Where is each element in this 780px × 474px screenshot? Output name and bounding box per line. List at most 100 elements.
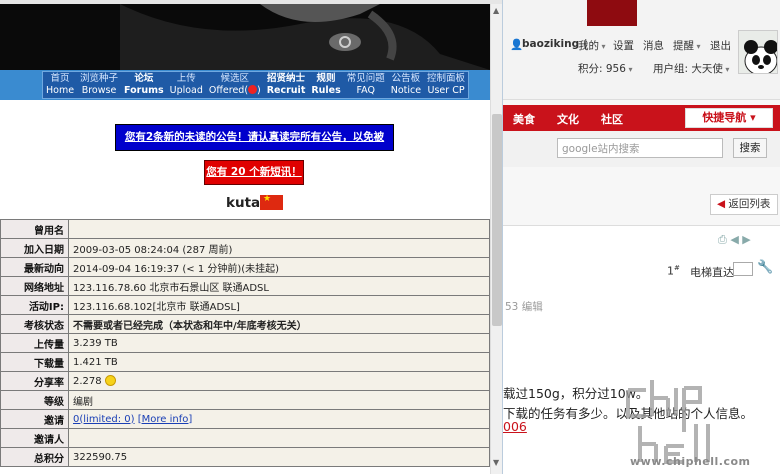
row-key: 网络地址 bbox=[0, 276, 69, 296]
back-arrow-icon: ◀ bbox=[717, 198, 726, 210]
nav-culture[interactable]: 文化 bbox=[557, 111, 579, 127]
table-row: 下载量 1.421 TB bbox=[0, 352, 490, 372]
row-value: 不需要或者已经完成（本状态和年中/年底考核无关） bbox=[68, 314, 490, 334]
nav-recruit[interactable]: 招贤纳士 Recruit bbox=[264, 72, 309, 98]
row-key: 最新动向 bbox=[0, 257, 69, 277]
row-value: 3.239 TB bbox=[68, 333, 490, 353]
foreground-browser-window: 首页 Home 浏览种子 Browse 论坛 Forums 上传 Upload 候选区 O… bbox=[0, 0, 503, 474]
edit-note: 53 编辑 bbox=[505, 301, 543, 313]
row-value bbox=[68, 219, 490, 239]
profile-username: kuta bbox=[226, 195, 261, 211]
search-input[interactable]: google站内搜索 bbox=[557, 138, 723, 158]
nav-faq[interactable]: 常见问题 FAQ bbox=[344, 72, 388, 98]
notify-menu[interactable]: 提醒 bbox=[673, 38, 701, 53]
print-icon[interactable]: ⎙ bbox=[718, 233, 727, 246]
site-banner bbox=[0, 4, 490, 70]
user-info-table: 曾用名 加入日期 2009-03-05 08:24:04 (287 周前) 最新动… bbox=[0, 219, 490, 467]
invite-count-link[interactable]: 0(limited: 0) bbox=[73, 414, 135, 425]
table-row: 最新动向 2014-09-04 16:19:37 (< 1 分钟前)(未挂起) bbox=[0, 257, 490, 277]
row-value: 123.116.78.60 北京市石景山区 联通ADSL bbox=[68, 276, 490, 296]
row-value: 2014-09-04 16:19:37 (< 1 分钟前)(未挂起) bbox=[68, 257, 490, 277]
offered-badge-icon bbox=[248, 85, 258, 94]
table-row: 邀请人 bbox=[0, 428, 490, 448]
vertical-scrollbar[interactable]: ▲ ▼ bbox=[490, 4, 502, 474]
username-link[interactable]: baoziking bbox=[522, 38, 579, 50]
row-key: 分享率 bbox=[0, 371, 69, 391]
row-key: 考核状态 bbox=[0, 314, 69, 334]
scrollbar-thumb[interactable] bbox=[492, 114, 502, 326]
prev-icon[interactable]: ◀ bbox=[730, 233, 738, 246]
row-value: 2.278 bbox=[68, 371, 490, 391]
nav-food[interactable]: 美食 bbox=[513, 111, 535, 127]
row-value: 1.421 TB bbox=[68, 352, 490, 372]
row-value[interactable]: 0(limited: 0) [More info] bbox=[68, 409, 490, 429]
nav-menu: 首页 Home 浏览种子 Browse 论坛 Forums 上传 Upload 候选区 O… bbox=[42, 71, 469, 99]
wrench-icon[interactable]: 🔧 bbox=[757, 260, 773, 275]
nav-forums[interactable]: 论坛 Forums bbox=[121, 72, 167, 98]
smiley-icon bbox=[104, 375, 116, 386]
nav-notice[interactable]: 公告板 Notice bbox=[388, 72, 424, 98]
elevator-label: 电梯直达 bbox=[690, 266, 734, 279]
row-key: 邀请人 bbox=[0, 428, 69, 448]
row-key: 等级 bbox=[0, 390, 69, 410]
table-row: 活动IP: 123.116.68.102[北京市 联通ADSL] bbox=[0, 295, 490, 315]
back-to-list-label: 返回列表 bbox=[728, 198, 771, 210]
active-tab-highlight bbox=[587, 0, 637, 26]
scroll-down-icon[interactable]: ▼ bbox=[493, 458, 499, 467]
nav-usercp[interactable]: 控制面板 User CP bbox=[424, 72, 468, 98]
nav-upload[interactable]: 上传 Upload bbox=[167, 72, 206, 98]
nav-community[interactable]: 社区 bbox=[601, 111, 623, 127]
table-row: 总积分 322590.75 bbox=[0, 447, 490, 467]
avatar[interactable] bbox=[738, 30, 778, 74]
unread-announcement-link[interactable]: 您有2条新的未读的公告！请认真读完所有公告，以免被黑！ bbox=[115, 124, 394, 168]
next-icon[interactable]: ▶ bbox=[742, 233, 750, 246]
banner-image bbox=[0, 4, 490, 70]
table-row: 上传量 3.239 TB bbox=[0, 333, 490, 353]
row-key: 下载量 bbox=[0, 352, 69, 372]
logout-link[interactable]: 退出 bbox=[710, 38, 731, 53]
group-label[interactable]: 用户组: 大天使 bbox=[653, 61, 729, 76]
row-key: 活动IP: bbox=[0, 295, 69, 315]
nav-rules[interactable]: 规则 Rules bbox=[308, 72, 343, 98]
my-menu[interactable]: 我的 bbox=[578, 38, 606, 53]
nav-browse[interactable]: 浏览种子 Browse bbox=[77, 72, 121, 98]
floor-number: 1# bbox=[667, 264, 680, 278]
row-key: 邀请 bbox=[0, 409, 69, 429]
site-nav-bar: 首页 Home 浏览种子 Browse 论坛 Forums 上传 Upload 候选区 O… bbox=[0, 70, 490, 100]
row-key: 曾用名 bbox=[0, 219, 69, 239]
row-value bbox=[68, 428, 490, 448]
post-link[interactable]: 006 bbox=[503, 419, 527, 434]
row-value: 2009-03-05 08:24:04 (287 周前) bbox=[68, 238, 490, 258]
search-button[interactable]: 搜索 bbox=[733, 138, 767, 158]
table-row: 考核状态 不需要或者已经完成（本状态和年中/年底考核无关） bbox=[0, 314, 490, 334]
quick-nav-button[interactable]: 快捷导航 ▾ bbox=[685, 108, 773, 128]
nav-offered[interactable]: 候选区 Offered() bbox=[206, 72, 264, 98]
profile-content: 您有2条新的未读的公告！请认真读完所有公告，以免被黑！ 您有 20 个新短讯！ … bbox=[0, 100, 490, 474]
table-row: 网络地址 123.116.78.60 北京市石景山区 联通ADSL bbox=[0, 276, 490, 296]
scroll-up-icon[interactable]: ▲ bbox=[493, 6, 499, 15]
new-messages-link[interactable]: 您有 20 个新短讯！ bbox=[204, 160, 304, 185]
messages-link[interactable]: 消息 bbox=[643, 38, 664, 53]
row-value: 123.116.68.102[北京市 联通ADSL] bbox=[68, 295, 490, 315]
table-row: 曾用名 bbox=[0, 219, 490, 239]
quick-nav-label: 快捷导航 bbox=[702, 111, 747, 124]
table-row: 邀请 0(limited: 0) [More info] bbox=[0, 409, 490, 429]
elevator-input[interactable] bbox=[733, 262, 753, 276]
china-flag-icon: ★ bbox=[260, 194, 283, 210]
table-row: 分享率 2.278 bbox=[0, 371, 490, 391]
row-key: 上传量 bbox=[0, 333, 69, 353]
panda-avatar-icon bbox=[739, 31, 777, 73]
row-value: 编剧 bbox=[68, 390, 490, 410]
more-info-link[interactable]: [More info] bbox=[138, 414, 193, 425]
watermark-url: www.chiphell.com bbox=[630, 455, 751, 468]
settings-link[interactable]: 设置 bbox=[613, 38, 634, 53]
post-tool-icons: ⎙ ◀ ▶ bbox=[718, 233, 751, 247]
table-row: 加入日期 2009-03-05 08:24:04 (287 周前) bbox=[0, 238, 490, 258]
row-key: 加入日期 bbox=[0, 238, 69, 258]
table-row: 等级 编剧 bbox=[0, 390, 490, 410]
nav-home[interactable]: 首页 Home bbox=[43, 72, 77, 98]
row-value: 322590.75 bbox=[68, 447, 490, 467]
row-key: 总积分 bbox=[0, 447, 69, 467]
points-label[interactable]: 积分: 956 bbox=[578, 61, 632, 76]
back-to-list-button[interactable]: ◀ 返回列表 bbox=[710, 194, 778, 215]
